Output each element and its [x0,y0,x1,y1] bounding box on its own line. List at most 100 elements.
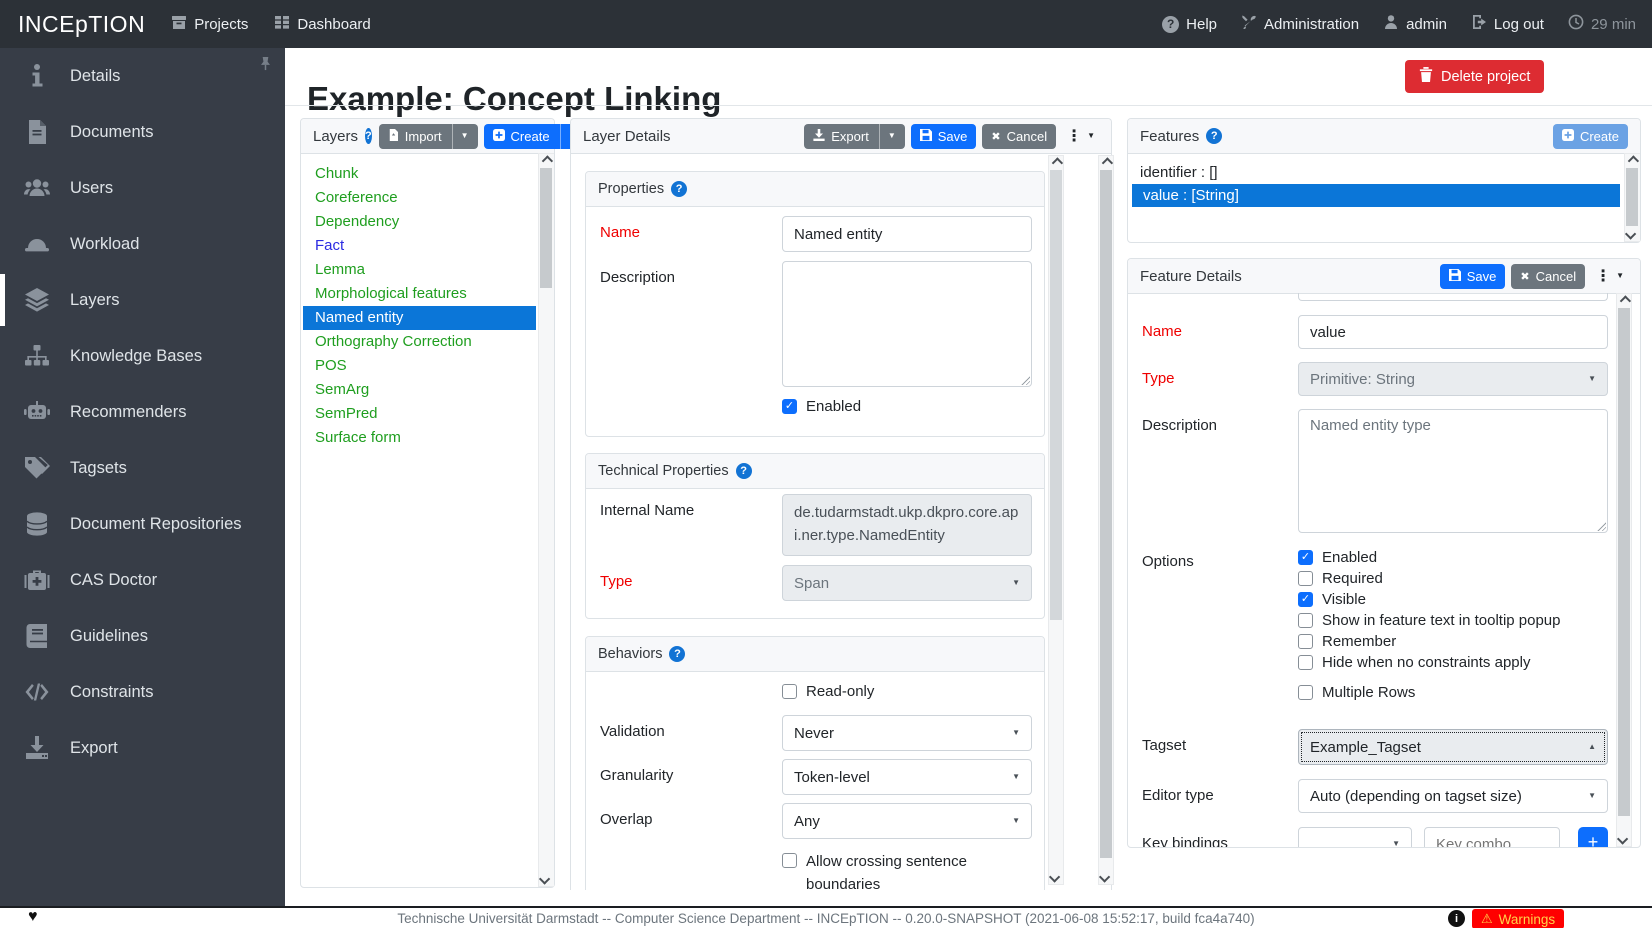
validation-select[interactable]: Never ▼ [782,715,1032,751]
scroll-thumb[interactable] [1050,170,1062,620]
nav-logout[interactable]: Log out [1471,14,1544,34]
option-row: Visible [1298,591,1561,608]
sidebar-item-guidelines[interactable]: Guidelines [0,608,285,664]
sidebar-item-constraints[interactable]: Constraints [0,664,285,720]
delete-project-button[interactable]: Delete project [1405,60,1544,93]
export-button[interactable]: Export ▼ [804,124,905,149]
sidebar-item-layers[interactable]: Layers [0,272,285,328]
feature-details-scrollbar[interactable] [1616,293,1632,847]
sidebar-item-details[interactable]: Details [0,48,285,104]
visible-checkbox[interactable] [1298,592,1313,607]
layer-item[interactable]: POS [301,354,554,378]
read-only-checkbox[interactable] [782,684,797,699]
remember-checkbox[interactable] [1298,634,1313,649]
layer-item[interactable]: Chunk [301,162,554,186]
scroll-down-arrow[interactable] [1049,870,1063,884]
layer-item[interactable]: Dependency [301,210,554,234]
enabled-checkbox[interactable] [782,399,797,414]
option-label: Hide when no constraints apply [1322,654,1530,671]
feature-name-input[interactable] [1298,315,1608,349]
add-key-binding-button[interactable]: + [1578,827,1608,848]
sidebar-item-recommenders[interactable]: Recommenders [0,384,285,440]
features-scrollbar[interactable] [1624,153,1640,242]
info-circle-icon[interactable]: i [1448,910,1465,927]
help-icon[interactable]: ? [669,646,685,662]
help-icon[interactable]: ? [736,463,752,479]
scroll-up-arrow[interactable] [1049,156,1063,170]
scroll-down-arrow[interactable] [539,872,553,886]
layer-more-menu[interactable]: ⋮ ▼ [1062,126,1099,146]
save-feature-button[interactable]: Save [1440,264,1506,289]
layer-item[interactable]: Coreference [301,186,554,210]
layer-details-scrollbar[interactable] [1048,155,1064,885]
scroll-down-arrow[interactable] [1617,832,1631,846]
tooltip-checkbox[interactable] [1298,613,1313,628]
middle-column-scrollbar[interactable] [1098,155,1114,885]
sidebar-item-cas-doctor[interactable]: CAS Doctor [0,552,285,608]
crossing-checkbox[interactable] [782,853,797,868]
sidebar-item-export[interactable]: Export [0,720,285,776]
app-brand[interactable]: INCEpTION [18,11,145,38]
help-icon[interactable]: ? [671,181,687,197]
granularity-select[interactable]: Token-level ▼ [782,759,1032,795]
sidebar-item-users[interactable]: Users [0,160,285,216]
pin-icon[interactable] [258,56,273,76]
enabled-checkbox[interactable] [1298,550,1313,565]
scroll-up-arrow[interactable] [1625,154,1639,168]
nav-projects[interactable]: Projects [171,14,248,34]
sidebar-item-workload[interactable]: Workload [0,216,285,272]
sidebar-item-documents[interactable]: Documents [0,104,285,160]
feature-type-select[interactable]: Primitive: String ▼ [1298,362,1608,396]
layer-description-textarea[interactable] [782,261,1032,387]
multiple-rows-checkbox[interactable] [1298,685,1313,700]
scroll-up-arrow[interactable] [1617,294,1631,308]
sidebar-item-label: Users [70,179,113,198]
layer-type-select[interactable]: Span ▼ [782,565,1032,601]
feature-item-selected[interactable]: value : [String] [1132,184,1620,207]
layer-item[interactable]: Lemma [301,258,554,282]
layer-item-selected[interactable]: Named entity [303,306,536,330]
key-binding-select[interactable]: ▼ [1298,827,1412,848]
cancel-layer-button[interactable]: ✖ Cancel [982,124,1056,149]
layer-item[interactable]: Morphological features [301,282,554,306]
layer-item[interactable]: Surface form [301,426,554,450]
help-icon[interactable]: ? [1206,128,1222,144]
feature-more-menu[interactable]: ⋮ ▼ [1591,266,1628,286]
create-feature-button[interactable]: Create [1553,124,1628,149]
layer-item[interactable]: SemPred [301,402,554,426]
feature-item[interactable]: identifier : [] [1132,161,1620,184]
scroll-thumb[interactable] [540,168,552,288]
save-layer-button[interactable]: Save [911,124,977,149]
sidebar-item-document-repositories[interactable]: Document Repositories [0,496,285,552]
scroll-thumb[interactable] [1618,308,1630,816]
layer-item[interactable]: Fact [301,234,554,258]
required-checkbox[interactable] [1298,571,1313,586]
help-icon[interactable]: ? [365,128,372,144]
feature-description-textarea[interactable]: Named entity type [1298,409,1608,533]
nav-help[interactable]: ? Help [1162,16,1217,33]
scroll-thumb[interactable] [1100,170,1112,858]
scroll-up-arrow[interactable] [1099,156,1113,170]
editor-type-select[interactable]: Auto (depending on tagset size) ▼ [1298,779,1608,813]
layer-item[interactable]: Orthography Correction [301,330,554,354]
sidebar-item-tagsets[interactable]: Tagsets [0,440,285,496]
scroll-thumb[interactable] [1626,168,1638,226]
warnings-button[interactable]: ⚠ Warnings [1472,909,1564,928]
nav-administration[interactable]: Administration [1241,14,1359,34]
scroll-down-arrow[interactable] [1625,227,1639,241]
hide-constraints-checkbox[interactable] [1298,655,1313,670]
scroll-down-arrow[interactable] [1099,870,1113,884]
tagset-select[interactable]: Example_Tagset ▲ [1298,729,1608,765]
layers-scrollbar[interactable] [538,153,554,887]
cancel-feature-button[interactable]: ✖ Cancel [1511,264,1585,289]
sidebar-item-knowledge-bases[interactable]: Knowledge Bases [0,328,285,384]
scroll-up-arrow[interactable] [539,154,553,168]
overlap-select[interactable]: Any ▼ [782,803,1032,839]
import-button-label: Import [405,129,442,144]
import-button[interactable]: Import ▼ [379,124,478,149]
nav-user[interactable]: admin [1383,14,1447,34]
key-combo-input[interactable] [1424,827,1560,848]
layer-name-input[interactable] [782,216,1032,252]
layer-item[interactable]: SemArg [301,378,554,402]
nav-dashboard[interactable]: Dashboard [274,14,370,34]
